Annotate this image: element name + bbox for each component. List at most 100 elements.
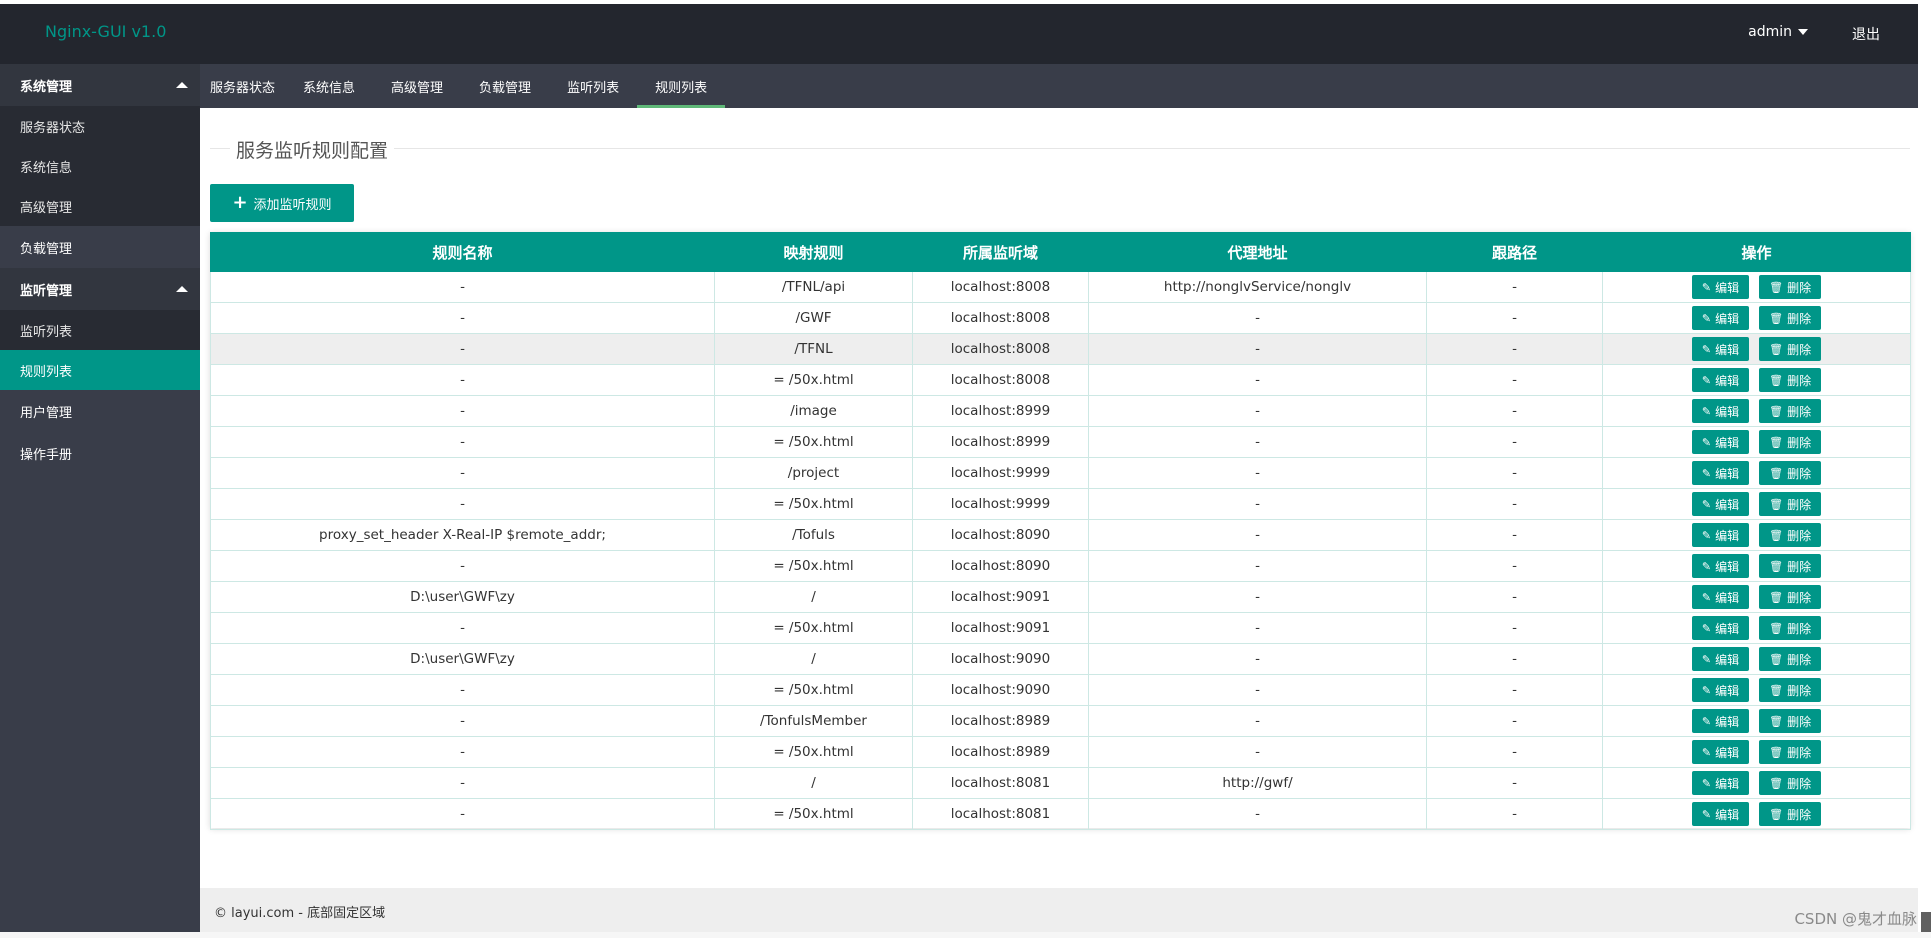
table-cell: = /50x.html	[714, 612, 913, 644]
user-menu[interactable]: admin	[1748, 24, 1808, 40]
table-cell: = /50x.html	[714, 736, 913, 768]
sidebar-item-system-info[interactable]: 系统信息	[0, 146, 200, 186]
edit-button[interactable]: ✎ 编辑	[1691, 647, 1750, 671]
delete-button[interactable]: 🗑 删除	[1759, 585, 1822, 609]
delete-button[interactable]: 🗑 删除	[1759, 275, 1822, 299]
rules-table: 规则名称 映射规则 所属监听域 代理地址 跟路径 操作 -/TFNL/api lo…	[210, 232, 1911, 830]
sidebar-group-load[interactable]: 负载管理	[0, 226, 200, 268]
sidebar-item-manual[interactable]: 操作手册	[0, 432, 200, 474]
delete-button[interactable]: 🗑 删除	[1759, 337, 1822, 361]
tab-advanced[interactable]: 高级管理	[373, 64, 461, 108]
delete-button[interactable]: 🗑 删除	[1759, 492, 1822, 516]
edit-button[interactable]: ✎ 编辑	[1691, 802, 1750, 826]
delete-button[interactable]: 🗑 删除	[1759, 554, 1822, 578]
delete-button[interactable]: 🗑 删除	[1759, 647, 1822, 671]
table-cell: /TFNL/api	[714, 271, 913, 303]
edit-button[interactable]: ✎ 编辑	[1691, 399, 1750, 423]
sidebar-item-listen-list[interactable]: 监听列表	[0, 310, 200, 350]
trash-icon: 🗑	[1769, 404, 1784, 418]
table-row: - = /50x.html localhost:8989- - ✎ 编辑 🗑 删除	[210, 736, 1911, 768]
actions-group: ✎ 编辑 🗑 删除	[1604, 490, 1910, 519]
table-row: -/TFNL/api localhost:8008 http://nonglvSer…	[210, 271, 1911, 303]
table-cell: localhost:8999	[912, 395, 1089, 427]
edit-button[interactable]: ✎ 编辑	[1691, 585, 1750, 609]
tab-server-status[interactable]: 服务器状态	[200, 64, 285, 108]
delete-button[interactable]: 🗑 删除	[1759, 616, 1822, 640]
delete-button[interactable]: 🗑 删除	[1759, 771, 1822, 795]
page-title: 服务监听规则配置	[230, 136, 395, 163]
sidebar-group-label: 系统管理	[20, 79, 73, 95]
edit-button[interactable]: ✎ 编辑	[1691, 523, 1750, 547]
sidebar-group-users[interactable]: 用户管理	[0, 390, 200, 432]
tab-listen-list[interactable]: 监听列表	[549, 64, 637, 108]
tab-load[interactable]: 负载管理	[461, 64, 549, 108]
actions-group: ✎ 编辑 🗑 删除	[1604, 273, 1910, 302]
rules-table-container: 规则名称 映射规则 所属监听域 代理地址 跟路径 操作 -/TFNL/api lo…	[210, 232, 1911, 830]
table-cell: -	[1088, 302, 1427, 334]
delete-label: 删除	[1787, 714, 1812, 729]
delete-button[interactable]: 🗑 删除	[1759, 368, 1822, 392]
add-rule-button[interactable]: + 添加监听规则	[210, 184, 354, 222]
edit-button[interactable]: ✎ 编辑	[1691, 368, 1750, 392]
edit-button[interactable]: ✎ 编辑	[1691, 740, 1750, 764]
delete-button[interactable]: 🗑 删除	[1759, 678, 1822, 702]
edit-button[interactable]: ✎ 编辑	[1691, 616, 1750, 640]
trash-icon: 🗑	[1769, 652, 1784, 666]
edit-button[interactable]: ✎ 编辑	[1691, 430, 1750, 454]
logout-link[interactable]: 退出	[1852, 24, 1880, 44]
actions-group: ✎ 编辑 🗑 删除	[1604, 366, 1910, 395]
table-cell: proxy_set_header X-Real-IP $remote_addr;	[210, 519, 715, 551]
tab-rule-list[interactable]: 规则列表	[637, 64, 726, 108]
tab-system-info[interactable]: 系统信息	[285, 64, 373, 108]
trash-icon: 🗑	[1769, 776, 1784, 790]
actions-group: ✎ 编辑 🗑 删除	[1604, 676, 1910, 705]
delete-button[interactable]: 🗑 删除	[1759, 802, 1822, 826]
table-cell: -	[1088, 333, 1427, 365]
app-logo[interactable]: Nginx-GUI v1.0	[45, 22, 166, 41]
scrollbar[interactable]	[1921, 912, 1931, 932]
table-row: D:\user\GWF\zy / localhost:9091- - ✎ 编辑 🗑 删除	[210, 581, 1911, 613]
column-header: 代理地址	[1088, 232, 1427, 272]
table-cell: localhost:8090	[912, 519, 1089, 551]
edit-label: 编辑	[1715, 311, 1740, 326]
delete-label: 删除	[1787, 342, 1812, 357]
edit-button[interactable]: ✎ 编辑	[1691, 709, 1750, 733]
delete-label: 删除	[1787, 466, 1812, 481]
table-cell: -	[1426, 488, 1603, 520]
table-cell: -	[210, 395, 715, 427]
delete-button[interactable]: 🗑 删除	[1759, 306, 1822, 330]
delete-button[interactable]: 🗑 删除	[1759, 709, 1822, 733]
delete-button[interactable]: 🗑 删除	[1759, 430, 1822, 454]
edit-icon: ✎	[1701, 435, 1712, 449]
edit-icon: ✎	[1701, 590, 1712, 604]
delete-button[interactable]: 🗑 删除	[1759, 399, 1822, 423]
actions-cell: ✎ 编辑 🗑 删除	[1602, 612, 1911, 644]
column-header: 映射规则	[714, 232, 913, 272]
edit-button[interactable]: ✎ 编辑	[1691, 337, 1750, 361]
delete-label: 删除	[1787, 776, 1812, 791]
edit-label: 编辑	[1715, 528, 1740, 543]
sidebar-item-advanced[interactable]: 高级管理	[0, 186, 200, 226]
edit-button[interactable]: ✎ 编辑	[1691, 461, 1750, 485]
edit-button[interactable]: ✎ 编辑	[1691, 678, 1750, 702]
delete-button[interactable]: 🗑 删除	[1759, 523, 1822, 547]
sidebar-item-server-status[interactable]: 服务器状态	[0, 106, 200, 146]
sidebar-item-rule-list[interactable]: 规则列表	[0, 350, 200, 390]
edit-button[interactable]: ✎ 编辑	[1691, 554, 1750, 578]
edit-label: 编辑	[1715, 776, 1740, 791]
table-cell: -	[1426, 302, 1603, 334]
delete-label: 删除	[1787, 652, 1812, 667]
delete-button[interactable]: 🗑 删除	[1759, 461, 1822, 485]
delete-button[interactable]: 🗑 删除	[1759, 740, 1822, 764]
sidebar-group-system[interactable]: 系统管理	[0, 64, 200, 106]
trash-icon: 🗑	[1769, 342, 1784, 356]
sidebar-group-listen[interactable]: 监听管理	[0, 268, 200, 310]
trash-icon: 🗑	[1769, 807, 1784, 821]
edit-button[interactable]: ✎ 编辑	[1691, 275, 1750, 299]
app-header: Nginx-GUI v1.0 admin 退出	[0, 4, 1918, 64]
edit-button[interactable]: ✎ 编辑	[1691, 771, 1750, 795]
edit-button[interactable]: ✎ 编辑	[1691, 492, 1750, 516]
table-row: - = /50x.html localhost:8090- - ✎ 编辑 🗑 删除	[210, 550, 1911, 582]
edit-label: 编辑	[1715, 497, 1740, 512]
edit-button[interactable]: ✎ 编辑	[1691, 306, 1750, 330]
